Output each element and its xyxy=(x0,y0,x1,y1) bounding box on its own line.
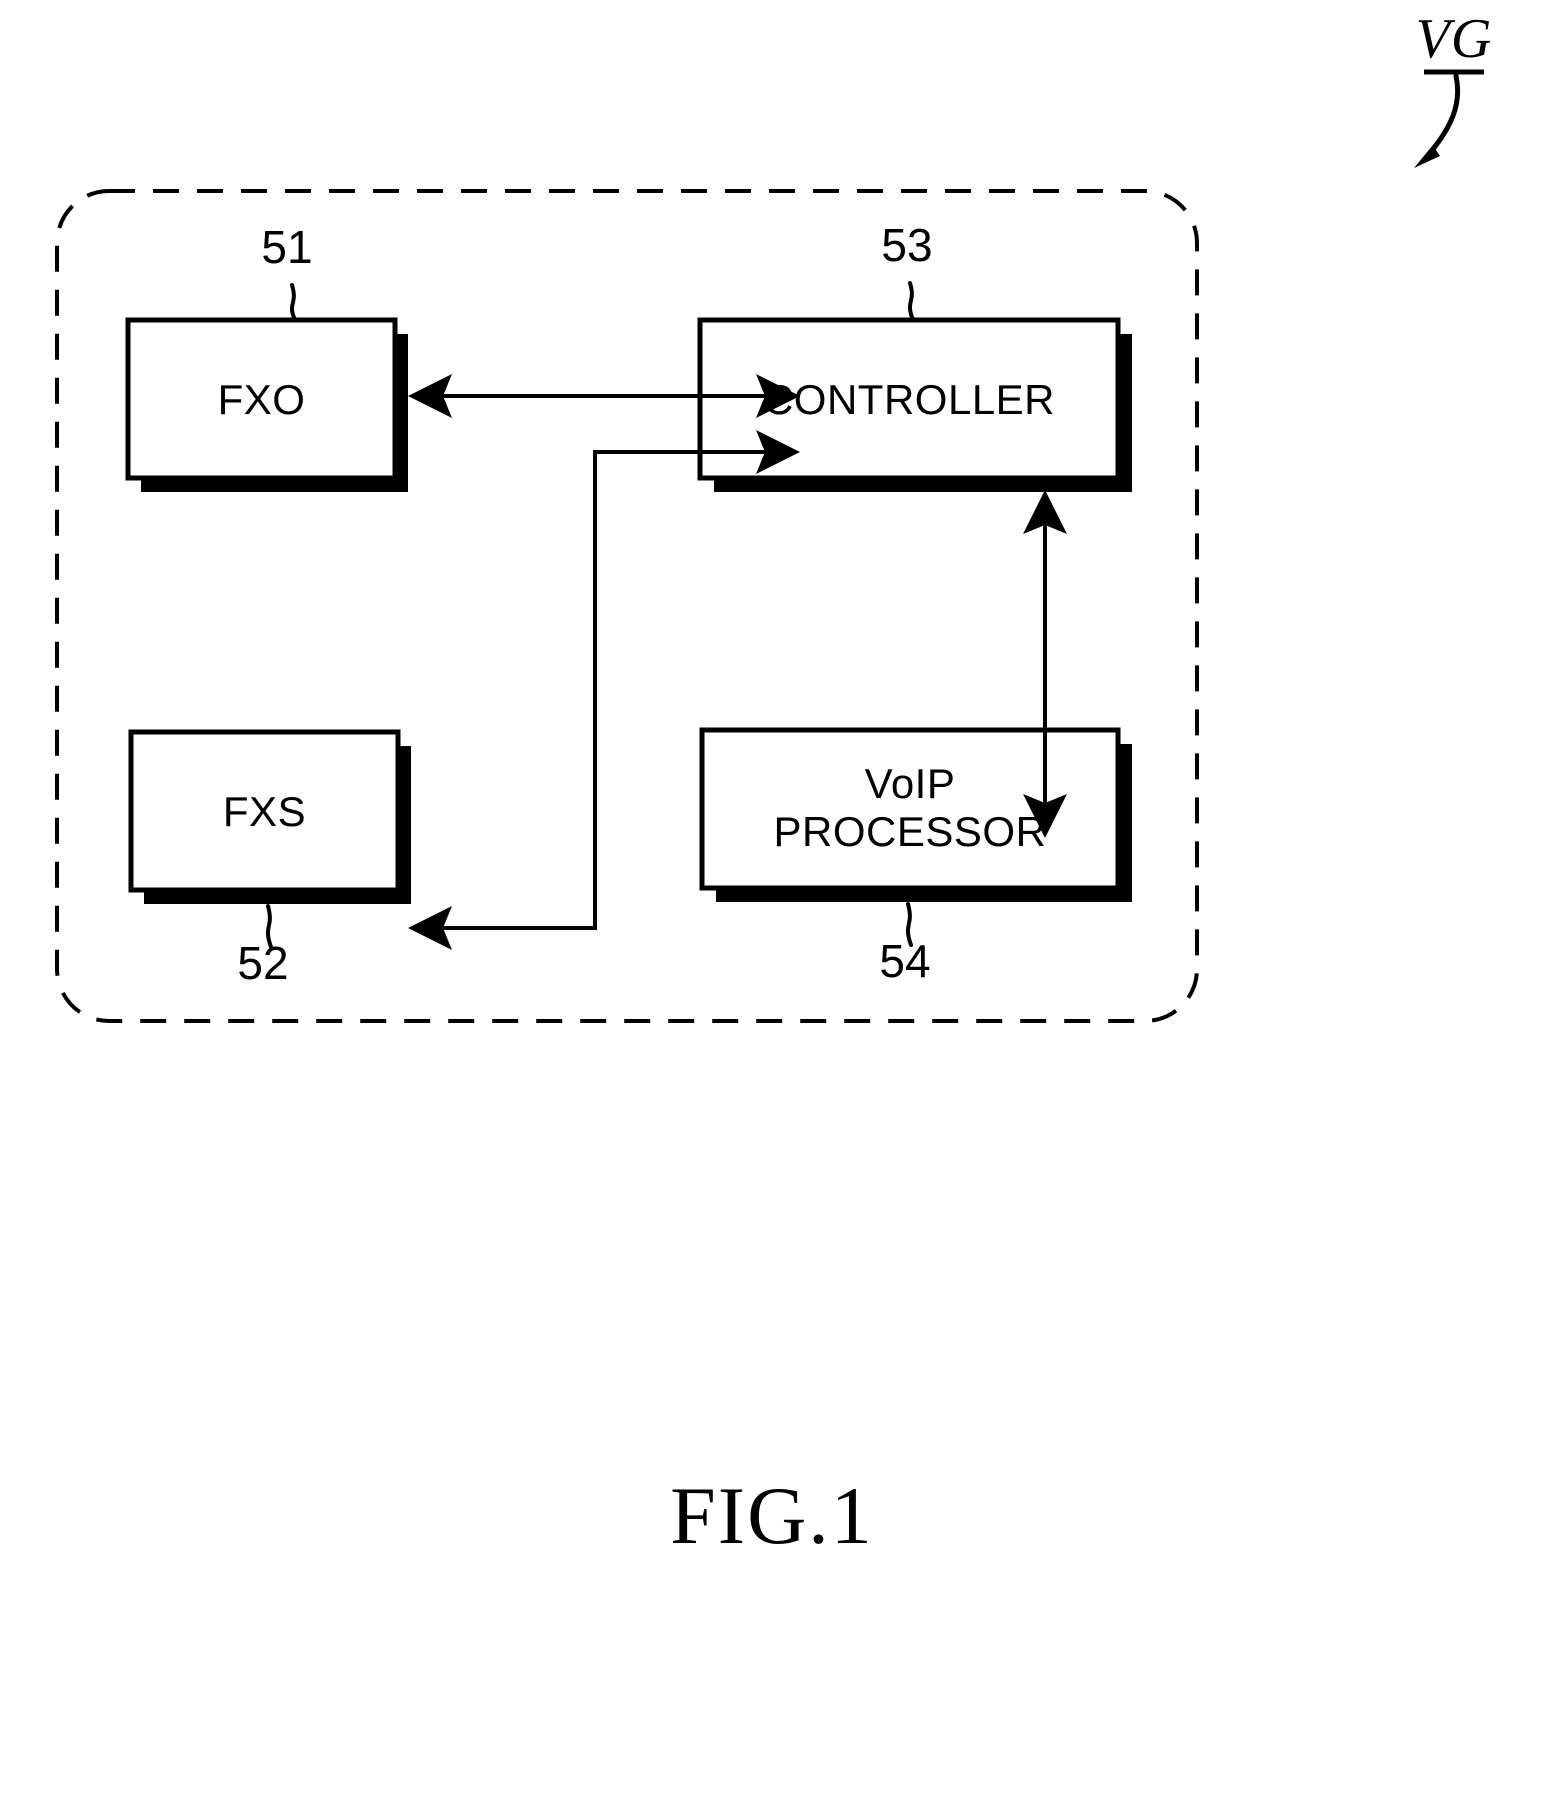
fxs-block-label: FXS xyxy=(222,788,307,835)
leader-line-51 xyxy=(290,283,297,322)
voip-processor-block-label-line2: PROCESSOR xyxy=(773,808,1047,855)
figure-canvas: VG 51 53 52 54 FXO CONTROLLER FXS VoIP P… xyxy=(0,0,1544,1805)
figure-caption: FIG.1 xyxy=(670,1470,874,1561)
fxo-block-label: FXO xyxy=(217,376,306,423)
ref-numeral-52: 52 xyxy=(237,937,289,989)
ref-numeral-54: 54 xyxy=(879,935,931,987)
vg-leader-curve xyxy=(1421,73,1461,163)
vg-leader-arrowhead xyxy=(1414,134,1442,168)
vg-system-label: VG xyxy=(1415,8,1493,70)
controller-block-label: CONTROLLER xyxy=(762,376,1056,423)
ref-numeral-51: 51 xyxy=(261,221,313,273)
ref-numeral-53: 53 xyxy=(881,219,933,271)
voip-processor-block-label-line1: VoIP xyxy=(864,760,956,807)
leader-line-53 xyxy=(908,281,915,322)
